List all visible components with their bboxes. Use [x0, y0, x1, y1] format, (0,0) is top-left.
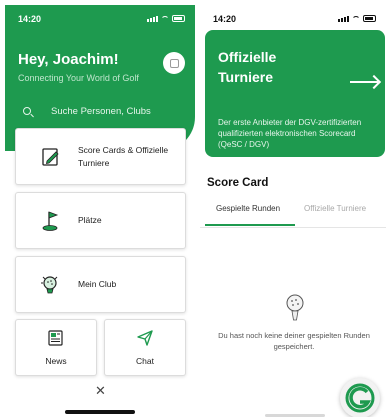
- home-indicator: [65, 410, 135, 414]
- plaetze-card[interactable]: Plätze: [15, 192, 186, 249]
- scorecard-screen: 14:20 Offizielle Turniere Der erste Anbi…: [200, 5, 386, 417]
- search-icon: [23, 107, 31, 115]
- app-logo[interactable]: [340, 378, 380, 417]
- signal-icon: [147, 16, 158, 22]
- status-time: 14:20: [18, 14, 42, 24]
- golf-flag-icon: [40, 210, 62, 232]
- status-indicators: [147, 15, 185, 22]
- status-bar-left: 14:20: [5, 5, 195, 27]
- chat-card[interactable]: Chat: [104, 319, 186, 376]
- greeting-title: Hey, Joachim!: [18, 51, 119, 68]
- tagline: Connecting Your World of Golf: [18, 73, 139, 83]
- scorecard-tabs: Gespielte Runden Offizielle Turniere: [200, 200, 386, 228]
- news-label: News: [45, 356, 67, 366]
- chat-label: Chat: [136, 356, 154, 366]
- screenshot-root: 14:20 Hey, Joachim! Connecting Your Worl…: [0, 0, 386, 417]
- section-title: Score Card: [207, 177, 269, 189]
- search-input[interactable]: Suche Personen, Clubs: [13, 101, 188, 121]
- home-screen: 14:20 Hey, Joachim! Connecting Your Worl…: [5, 5, 195, 417]
- news-card[interactable]: News: [15, 319, 97, 376]
- battery-icon: [172, 15, 185, 22]
- scorecards-card[interactable]: Score Cards & Offizielle Turniere: [15, 128, 186, 185]
- close-icon[interactable]: ✕: [95, 383, 106, 399]
- profile-button[interactable]: [163, 52, 185, 74]
- scorecard-icon: [40, 146, 62, 168]
- active-tab-indicator: [205, 224, 295, 226]
- news-icon: [45, 327, 67, 349]
- profile-icon: [169, 58, 179, 68]
- mein-club-card[interactable]: Mein Club: [15, 256, 186, 313]
- tab-gespielte-runden[interactable]: Gespielte Runden: [216, 204, 280, 213]
- empty-state-message: Du hast noch keine deiner gespielten Run…: [218, 331, 370, 351]
- tab-offizielle-turniere[interactable]: Offizielle Turniere: [304, 204, 366, 213]
- search-placeholder: Suche Personen, Clubs: [51, 105, 151, 117]
- mein-club-label: Mein Club: [78, 279, 117, 289]
- wifi-icon: [161, 16, 169, 22]
- status-time: 14:20: [213, 14, 237, 24]
- chat-send-icon: [134, 327, 156, 349]
- wifi-icon: [352, 16, 360, 22]
- scorecards-label: Score Cards & Offizielle Turniere: [78, 144, 169, 168]
- club-icon: [40, 274, 62, 296]
- offizielle-turniere-banner[interactable]: Offizielle Turniere Der erste Anbieter d…: [205, 30, 385, 157]
- banner-title: Offizielle Turniere: [218, 49, 277, 85]
- battery-icon: [363, 15, 376, 22]
- status-indicators: [338, 15, 376, 22]
- plaetze-label: Plätze: [78, 215, 102, 225]
- banner-description: Der erste Anbieter der DGV-zertifizierte…: [218, 118, 362, 149]
- signal-icon: [338, 16, 349, 22]
- arrow-right-icon: [350, 81, 378, 83]
- status-bar-right: 14:20: [200, 5, 386, 27]
- golf-ball-icon: [284, 293, 306, 323]
